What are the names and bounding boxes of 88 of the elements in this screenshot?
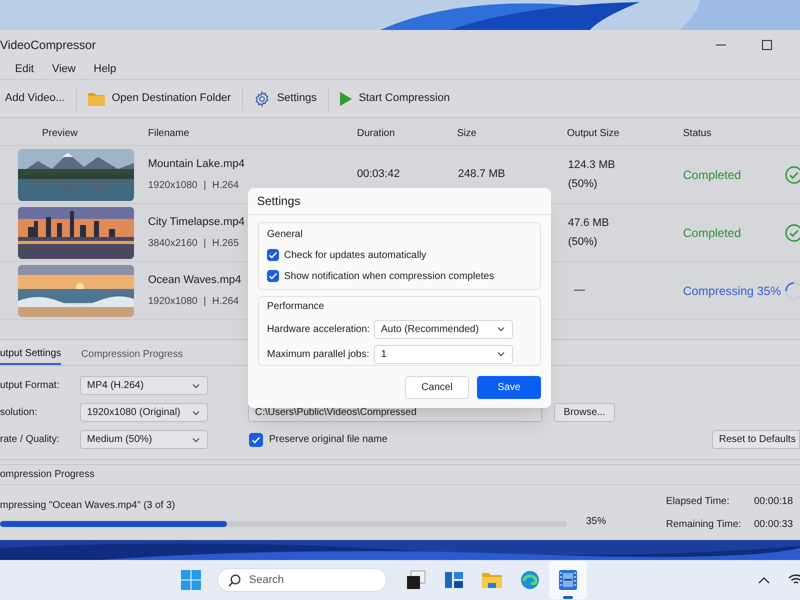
column-header: Status bbox=[682, 127, 712, 141]
dropdown[interactable]: MP4 (H.264) bbox=[80, 376, 208, 395]
time-value: 00:00:18 bbox=[754, 494, 794, 508]
field-label: solution: bbox=[0, 406, 38, 420]
folder-icon bbox=[482, 571, 502, 589]
film-icon bbox=[558, 569, 578, 591]
reset-button[interactable]: Reset to Defaults bbox=[712, 430, 800, 449]
field-label: utput Format: bbox=[0, 379, 60, 393]
wifi-icon[interactable] bbox=[788, 574, 800, 586]
table-cell-text: (50%) bbox=[568, 234, 598, 250]
table-cell-text: 47.6 MB bbox=[568, 216, 610, 231]
file-name: Ocean Waves.mp4 bbox=[148, 272, 242, 288]
table-cell-text: 248.7 MB bbox=[457, 167, 506, 182]
separator-text: | bbox=[204, 237, 206, 252]
chevron-down-icon bbox=[496, 324, 506, 334]
checkmark-icon bbox=[268, 250, 278, 260]
search-icon bbox=[228, 574, 241, 586]
start-icon[interactable] bbox=[181, 570, 201, 590]
widgets-icon bbox=[444, 570, 464, 590]
toolbar-button[interactable]: Start Compression bbox=[338, 88, 451, 109]
codec-text: H.264 bbox=[212, 179, 239, 194]
checkbox-label: Preserve original file name bbox=[269, 433, 388, 447]
column-header: Output Size bbox=[566, 127, 620, 141]
time-label: Remaining Time: bbox=[665, 518, 742, 532]
file-name: Mountain Lake.mp4 bbox=[148, 156, 245, 172]
status-text: Compressing 35% bbox=[682, 282, 782, 300]
table-cell-text: — bbox=[573, 283, 586, 298]
codec-text: H.265 bbox=[212, 237, 239, 252]
checkbox[interactable] bbox=[267, 270, 279, 282]
checkmark-icon bbox=[251, 434, 261, 444]
table-cell-text: 124.3 MB bbox=[568, 158, 616, 173]
checkbox[interactable] bbox=[249, 432, 263, 446]
maximize-icon[interactable] bbox=[762, 40, 772, 50]
menu-item[interactable]: View bbox=[52, 61, 76, 78]
column-header: Filename bbox=[147, 127, 190, 141]
time-value: 00:00:33 bbox=[754, 518, 794, 532]
dropdown[interactable]: Auto (Recommended) bbox=[374, 320, 513, 338]
search-field[interactable]: Search bbox=[217, 568, 387, 592]
dialog-title: Settings bbox=[257, 193, 300, 210]
progress-message: mpressing "Ocean Waves.mp4" (3 of 3) bbox=[0, 499, 176, 513]
table-cell-text: 00:03:42 bbox=[356, 167, 401, 182]
resolution-text: 1920x1080 bbox=[148, 179, 198, 194]
group-title: Performance bbox=[267, 300, 326, 314]
status-text: Completed bbox=[682, 166, 742, 184]
column-header: Preview bbox=[41, 127, 79, 141]
column-header: Size bbox=[456, 127, 478, 141]
field-label: rate / Quality: bbox=[0, 433, 60, 447]
section-title: ompression Progress bbox=[0, 468, 94, 482]
tab[interactable]: utput Settings bbox=[0, 344, 62, 365]
settings-icon bbox=[254, 90, 270, 106]
checkmark-icon bbox=[268, 271, 278, 281]
checkbox[interactable] bbox=[267, 249, 279, 261]
separator-text: | bbox=[204, 179, 206, 194]
group-title: General bbox=[267, 228, 304, 242]
toolbar-button[interactable]: Add Video... bbox=[4, 88, 66, 109]
field-label: Hardware acceleration: bbox=[267, 322, 371, 336]
checkbox-label: Check for updates automatically bbox=[284, 248, 426, 262]
cancel-button[interactable]: Cancel bbox=[405, 376, 469, 399]
toolbar-button[interactable]: Open Destination Folder bbox=[86, 88, 232, 109]
file-name: City Timelapse.mp4 bbox=[148, 214, 245, 230]
save-button[interactable]: Save bbox=[477, 376, 541, 399]
status-text: Completed bbox=[682, 224, 742, 242]
active-indicator bbox=[563, 596, 573, 599]
table-cell-text: (50%) bbox=[568, 176, 598, 192]
folder-icon bbox=[88, 92, 105, 106]
menu-item[interactable]: Edit bbox=[15, 61, 34, 78]
chevron-up-icon[interactable] bbox=[758, 576, 770, 584]
field-label: Maximum parallel jobs: bbox=[267, 348, 370, 362]
codec-text: H.264 bbox=[212, 295, 239, 310]
tab[interactable]: Compression Progress bbox=[81, 344, 183, 365]
toolbar-button[interactable]: Settings bbox=[252, 88, 318, 109]
browse-button[interactable]: Browse... bbox=[554, 403, 615, 422]
resolution-text: 1920x1080 bbox=[148, 295, 198, 310]
dropdown[interactable]: Medium (50%) bbox=[80, 430, 208, 449]
separator-text: | bbox=[204, 295, 206, 310]
checkbox-label: Show notification when compression completes bbox=[284, 270, 494, 284]
progress-percent: 35% bbox=[586, 515, 606, 529]
task-view-icon bbox=[406, 570, 426, 590]
play-icon bbox=[340, 92, 352, 106]
browser-icon bbox=[520, 570, 540, 590]
chevron-down-icon bbox=[496, 349, 506, 359]
column-header: Duration bbox=[356, 127, 396, 141]
window-title: VideoCompressor bbox=[0, 37, 96, 54]
time-label: Elapsed Time: bbox=[665, 494, 730, 508]
menu-item[interactable]: Help bbox=[94, 61, 116, 78]
resolution-text: 3840x2160 bbox=[148, 237, 198, 252]
dropdown[interactable]: 1 bbox=[374, 344, 513, 364]
dropdown[interactable]: 1920x1080 (Original) bbox=[80, 403, 208, 422]
